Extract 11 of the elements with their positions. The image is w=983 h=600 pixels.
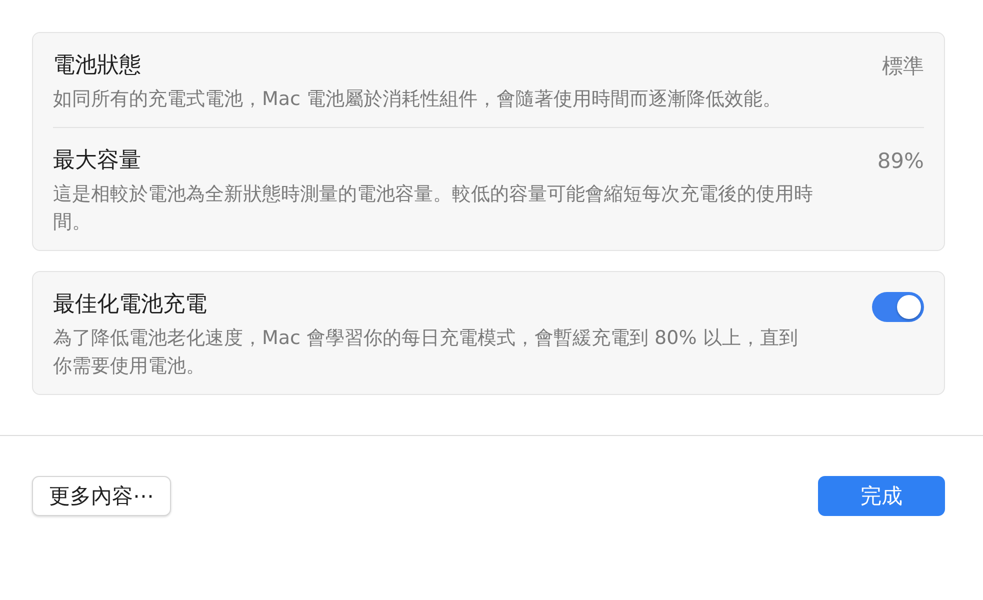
setting-description: 這是相較於電池為全新狀態時測量的電池容量。較低的容量可能會縮短每次充電後的使用時間。 — [53, 182, 813, 235]
setting-title: 最大容量 — [53, 147, 142, 175]
setting-description: 為了降低電池老化速度，Mac 會學習你的每日充電模式，會暫緩充電到 80% 以上，直到你需要使用電池。 — [53, 326, 799, 379]
setting-value: 89% — [877, 148, 924, 175]
setting-title: 最佳化電池充電 — [53, 291, 208, 319]
done-button[interactable]: 完成 — [818, 476, 945, 516]
setting-title: 電池狀態 — [53, 52, 142, 80]
toggle-switch[interactable] — [872, 292, 924, 322]
more-info-button[interactable]: 更多內容⋯ — [32, 476, 171, 516]
setting-description: 如同所有的充電式電池，Mac 電池屬於消耗性組件，會隨著使用時間而逐漸降低效能。 — [53, 87, 783, 112]
setting-value: 標準 — [882, 53, 924, 80]
